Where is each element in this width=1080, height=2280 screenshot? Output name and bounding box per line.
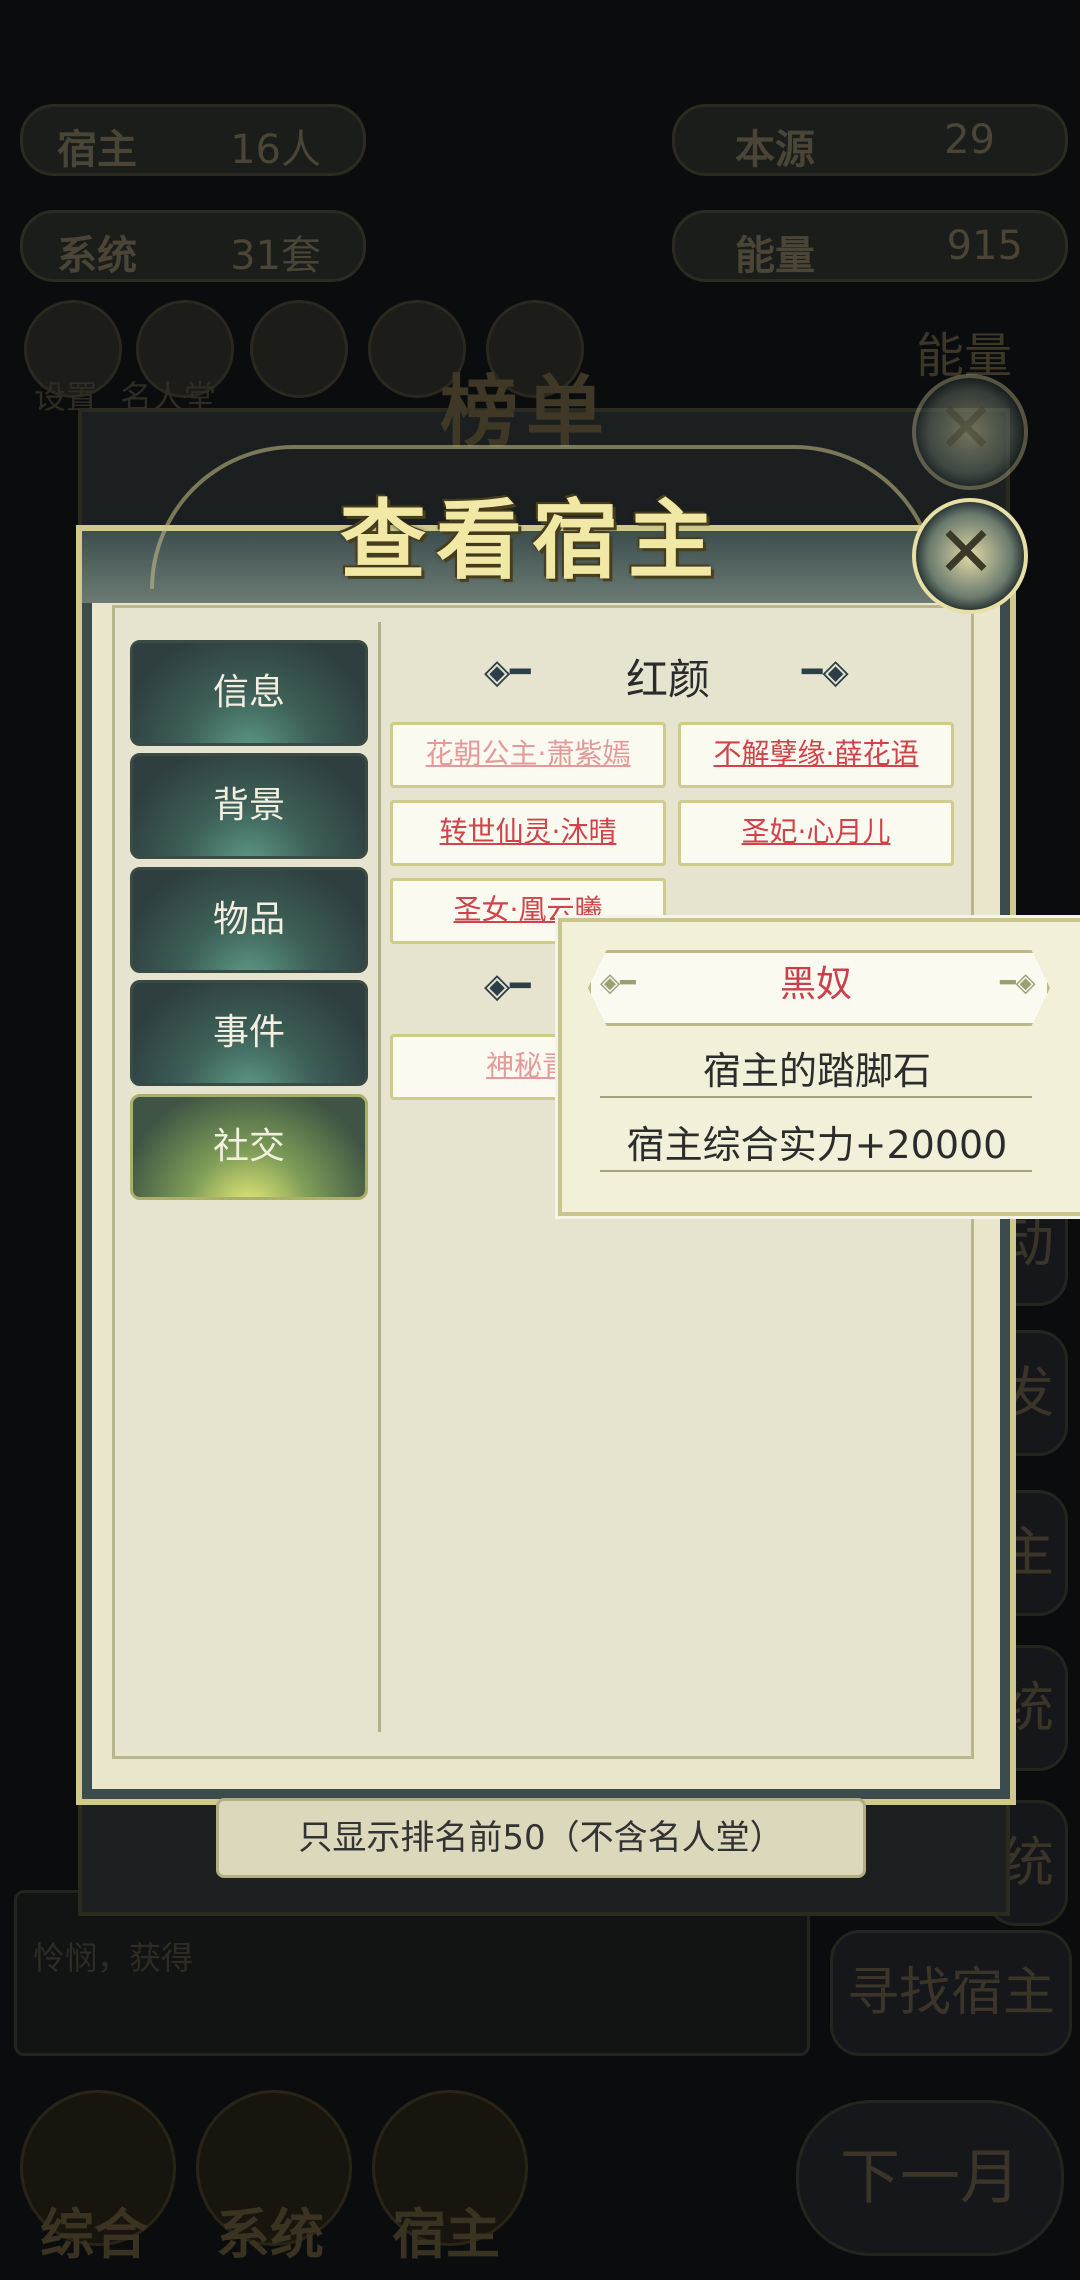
close-icon: ✕ xyxy=(936,511,996,593)
tooltip-line2: 宿主综合实力+20000 xyxy=(626,1123,1008,1167)
host-count-label: 宿主 xyxy=(57,127,137,173)
system-count-label: 系统 xyxy=(57,233,137,279)
origin-stat: 本源 29 xyxy=(672,104,1068,176)
diamond-right-icon: ━◈ xyxy=(802,652,849,692)
sidebar-divider xyxy=(378,622,381,1732)
tab-info[interactable]: 信息 xyxy=(130,640,368,746)
find-host-button: 寻找宿主 xyxy=(830,1930,1072,2056)
tooltip-divider-1 xyxy=(600,1096,1032,1098)
relation-item[interactable]: 圣妃·心月儿 xyxy=(678,800,954,866)
diamond-left-icon: ◈━ xyxy=(484,652,531,692)
ranking-close-button: ✕ xyxy=(912,374,1028,490)
tooltip-title: 黑奴 xyxy=(779,964,852,1005)
energy-stat: 能量 915 xyxy=(672,210,1068,282)
energy-label: 能量 xyxy=(735,233,815,279)
close-icon: ✕ xyxy=(936,387,996,469)
nav-overview-label: 综合 xyxy=(40,2203,148,2266)
menu-icon-3 xyxy=(250,300,348,398)
host-count-value: 16人 xyxy=(230,127,321,173)
tab-items[interactable]: 物品 xyxy=(130,867,368,973)
energy-value: 915 xyxy=(946,223,1023,269)
tab-events[interactable]: 事件 xyxy=(130,980,368,1086)
host-count-stat: 宿主 16人 xyxy=(20,104,366,176)
system-count-stat: 系统 31套 xyxy=(20,210,366,282)
panel-title: 查看宿主 xyxy=(340,491,724,591)
origin-value: 29 xyxy=(944,117,995,163)
origin-label: 本源 xyxy=(735,127,815,173)
system-count-value: 31套 xyxy=(230,233,321,279)
diamond-left-icon-2: ◈━ xyxy=(484,966,531,1006)
relation-item[interactable]: 花朝公主·萧紫嫣 xyxy=(390,722,666,788)
tooltip-line1: 宿主的踏脚石 xyxy=(702,1049,931,1093)
section-title-beauty: 红颜 xyxy=(626,655,711,704)
next-month-button: 下一月 xyxy=(796,2100,1064,2256)
bg-log-text: 怜悯，获得 xyxy=(33,1939,194,1977)
relation-item[interactable]: 不解孽缘·薛花语 xyxy=(678,722,954,788)
tab-social[interactable]: 社交 xyxy=(130,1094,368,1200)
close-button[interactable]: ✕ xyxy=(912,498,1028,614)
tab-background[interactable]: 背景 xyxy=(130,753,368,859)
nav-host-label: 宿主 xyxy=(392,2203,500,2266)
ranking-notice: 只显示排名前50（不含名人堂） xyxy=(216,1798,866,1878)
tooltip-divider-2 xyxy=(600,1170,1032,1172)
relation-item[interactable]: 转世仙灵·沐晴 xyxy=(390,800,666,866)
nav-system-label: 系统 xyxy=(216,2203,324,2266)
